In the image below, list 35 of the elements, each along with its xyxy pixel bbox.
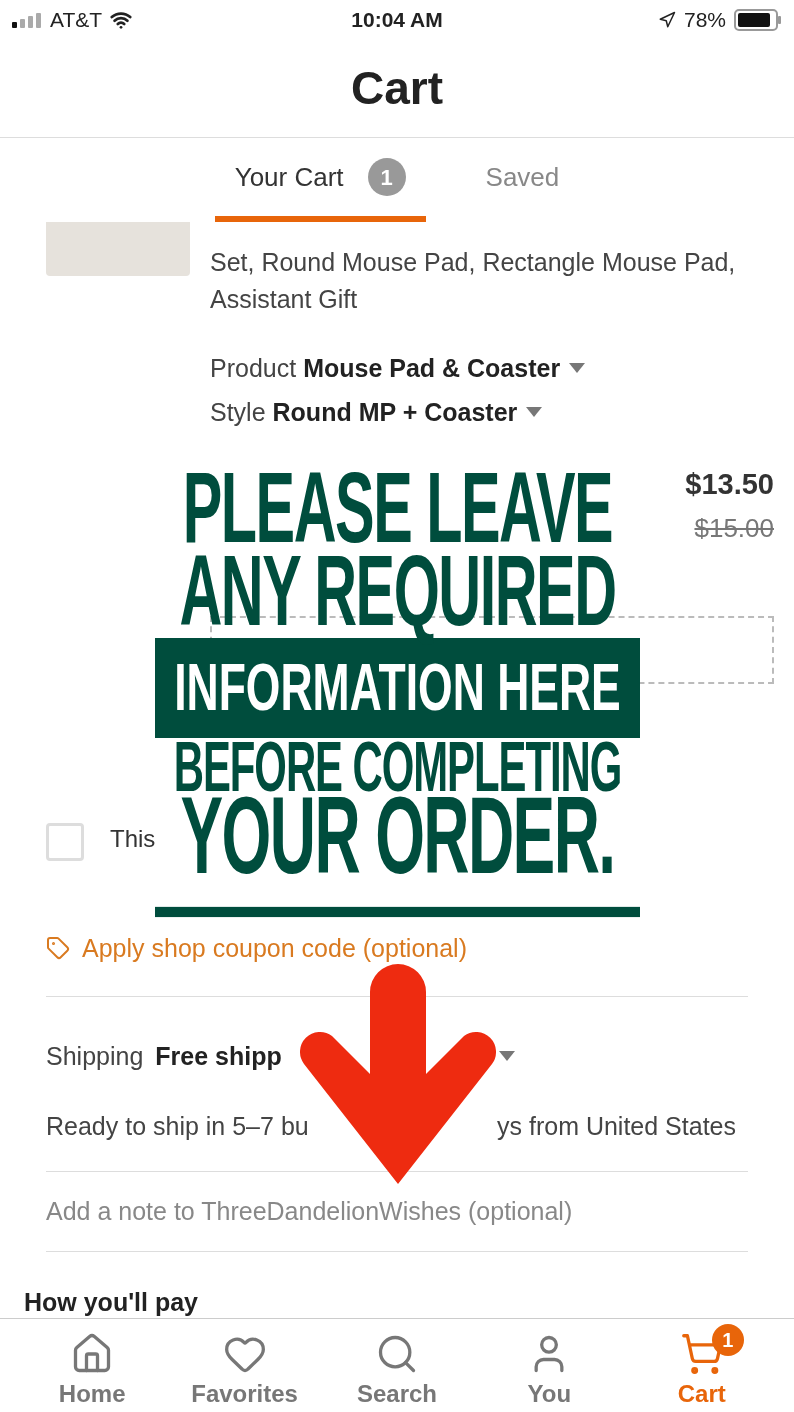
location-arrow-icon: [657, 11, 676, 29]
tab-bar-item[interactable]: Home: [27, 1319, 158, 1412]
caret-icon: [525, 406, 544, 418]
product-title: Set, Round Mouse Pad, Rectangle Mouse Pad, Assistant Gift: [210, 247, 737, 315]
count-badge: 1: [367, 158, 406, 196]
original-price: $15.00: [694, 513, 774, 543]
caret-icon: [568, 362, 587, 374]
battery-icon: [734, 9, 782, 31]
gift-checkbox[interactable]: [46, 823, 84, 861]
section-heading: How you'll pay: [24, 1287, 200, 1317]
page-title: Cart: [351, 61, 443, 116]
tab-bar-item[interactable]: You: [484, 1319, 615, 1412]
tab-bar-item[interactable]: Search: [331, 1319, 462, 1412]
variation-select[interactable]: Style Round MP + Coaster: [210, 394, 544, 430]
variation-select[interactable]: Product Mouse Pad & Coaster: [210, 350, 587, 386]
count-badge: 1: [711, 1323, 744, 1356]
caret-icon: [498, 1050, 516, 1062]
sale-price: $13.50: [685, 467, 774, 501]
coupon-link[interactable]: Apply shop coupon code (optional): [46, 933, 467, 963]
carrier-name: AT&T: [50, 7, 103, 34]
shipping-estimate: Ready to ship in 5–7 bu: [46, 1111, 309, 1141]
battery-percent: 78%: [683, 7, 726, 34]
gift-label: This: [110, 824, 156, 854]
signal-icon: [12, 12, 42, 28]
tab-bar-item[interactable]: Favorites: [179, 1319, 310, 1412]
wifi-icon: [110, 9, 133, 31]
status-time: 10:04 AM: [351, 7, 443, 34]
notice-banner: INFORMATION HERE: [155, 638, 640, 739]
shipping-label: Shipping: [46, 1041, 144, 1071]
shipping-option[interactable]: Free shipp: [155, 1041, 282, 1071]
tag-icon: [46, 936, 70, 960]
shipping-estimate: ys from United States: [497, 1111, 736, 1141]
tab-bar-item[interactable]: 1 Cart: [636, 1319, 767, 1412]
cart-tab[interactable]: Your Cart 1: [214, 138, 426, 222]
cart-tab[interactable]: Saved: [465, 138, 580, 222]
